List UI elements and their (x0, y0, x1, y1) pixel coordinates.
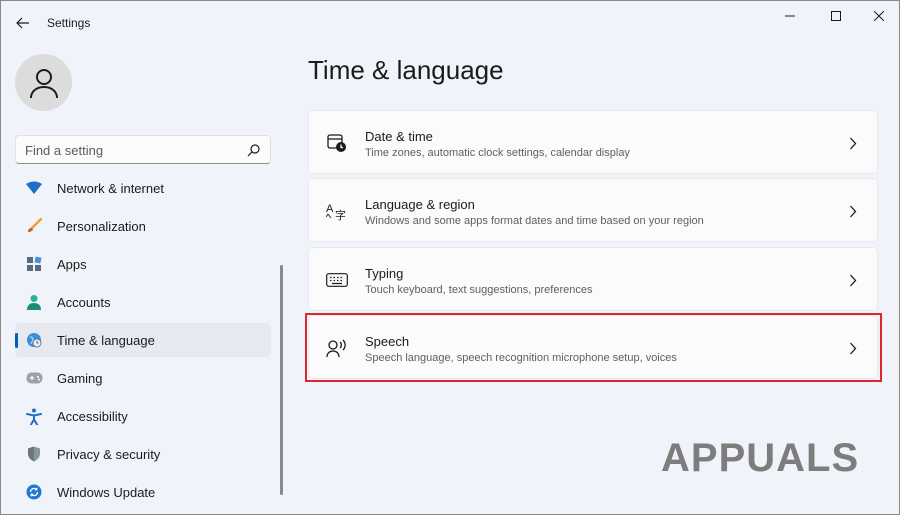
card-description: Windows and some apps format dates and t… (365, 215, 704, 227)
card-speech[interactable]: Speech Speech language, speech recogniti… (308, 315, 878, 379)
shield-icon (25, 445, 43, 463)
sidebar-item-label: Time & language (57, 333, 155, 348)
user-icon (29, 68, 58, 98)
speech-icon (326, 338, 348, 358)
sidebar-item-network[interactable]: Network & internet (15, 171, 271, 205)
update-icon (25, 483, 43, 501)
sidebar-scrollbar[interactable] (280, 265, 283, 495)
card-title: Typing (365, 266, 404, 281)
person-icon (25, 293, 43, 311)
wifi-icon (25, 179, 43, 197)
sidebar-item-gaming[interactable]: Gaming (15, 361, 271, 395)
back-button[interactable] (9, 9, 37, 37)
maximize-button[interactable] (813, 1, 859, 31)
globe-clock-icon (25, 331, 43, 349)
app-title: Settings (47, 16, 91, 30)
minimize-button[interactable] (767, 1, 813, 31)
sidebar-item-accessibility[interactable]: Accessibility (15, 399, 271, 433)
sidebar-item-label: Accounts (57, 295, 111, 310)
sidebar-item-privacy[interactable]: Privacy & security (15, 437, 271, 471)
settings-window: Settings Netwo (0, 0, 900, 515)
sidebar-nav: Network & internet Personalization Apps … (15, 169, 271, 509)
card-description: Time zones, automatic clock settings, ca… (365, 147, 630, 159)
card-typing[interactable]: Typing Touch keyboard, text suggestions,… (308, 247, 878, 311)
card-description: Touch keyboard, text suggestions, prefer… (365, 284, 593, 296)
sidebar-item-label: Accessibility (57, 409, 128, 424)
sidebar-item-windows-update[interactable]: Windows Update (15, 475, 271, 509)
chevron-right-icon (847, 340, 859, 356)
appuals-watermark: APPUALS (661, 431, 873, 485)
minimize-icon (785, 15, 795, 17)
sidebar-item-label: Apps (57, 257, 87, 272)
language-icon: A 字 (326, 201, 348, 221)
chevron-right-icon (847, 203, 859, 219)
gamepad-icon (25, 369, 43, 387)
svg-text:字: 字 (335, 208, 346, 221)
svg-text:A: A (326, 203, 334, 215)
brush-icon (25, 217, 43, 235)
close-icon (874, 11, 884, 21)
watermark-text: APPUALS (661, 436, 860, 480)
sidebar-item-label: Privacy & security (57, 447, 161, 462)
sidebar-item-apps[interactable]: Apps (15, 247, 271, 281)
chevron-right-icon (847, 272, 859, 288)
card-description: Speech language, speech recognition micr… (365, 352, 677, 364)
sidebar-item-time-language[interactable]: Time & language (15, 323, 271, 357)
avatar[interactable] (15, 54, 72, 111)
keyboard-icon (326, 270, 348, 290)
apps-icon (25, 255, 43, 273)
card-language-region[interactable]: A 字 Language & region Windows and some a… (308, 178, 878, 242)
sidebar-item-label: Windows Update (57, 485, 156, 500)
sidebar-item-label: Gaming (57, 371, 103, 386)
sidebar-item-accounts[interactable]: Accounts (15, 285, 271, 319)
search-box (15, 135, 271, 164)
close-button[interactable] (856, 1, 899, 31)
card-date-time[interactable]: Date & time Time zones, automatic clock … (308, 110, 878, 174)
calendar-clock-icon (326, 133, 348, 153)
maximize-icon (831, 11, 841, 21)
page-title: Time & language (308, 55, 504, 85)
chevron-right-icon (847, 135, 859, 151)
card-title: Language & region (365, 197, 475, 212)
sidebar-item-personalization[interactable]: Personalization (15, 209, 271, 243)
sidebar-item-label: Network & internet (57, 181, 164, 196)
back-arrow-icon (16, 17, 29, 29)
sidebar-item-label: Personalization (57, 219, 146, 234)
card-title: Speech (365, 334, 410, 349)
accessibility-icon (25, 407, 43, 425)
search-input[interactable] (25, 141, 235, 159)
search-icon[interactable] (245, 142, 261, 158)
card-title: Date & time (365, 129, 433, 144)
title-bar: Settings (1, 1, 899, 45)
